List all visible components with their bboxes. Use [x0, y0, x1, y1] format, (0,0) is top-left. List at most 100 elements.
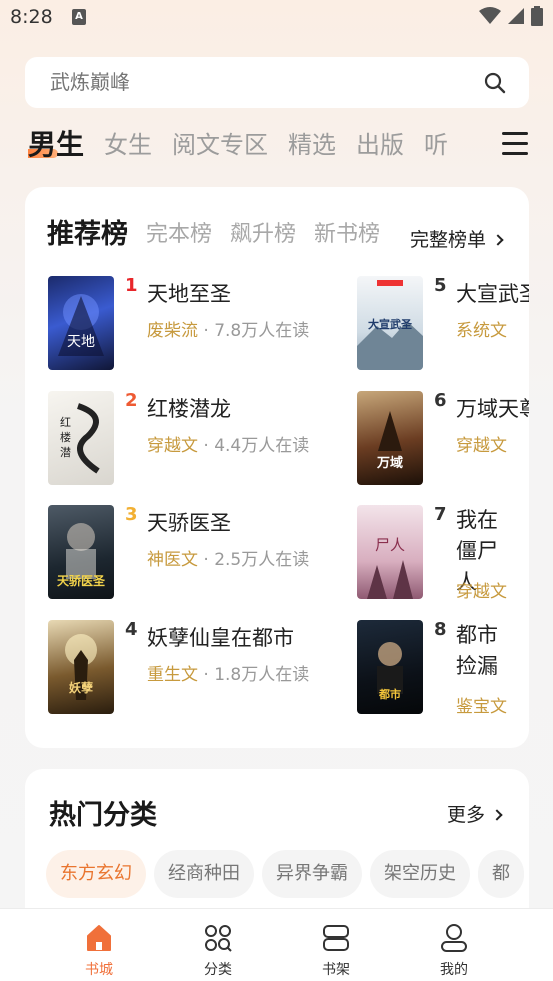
search-input[interactable]	[50, 57, 450, 108]
rank-number: 5	[434, 275, 447, 296]
svg-text:尸人: 尸人	[375, 536, 405, 554]
book-item[interactable]: 尸人 7 我在僵尸人 穿越文	[357, 504, 529, 602]
book-meta: 神医文 · 2.5万人在读	[147, 545, 309, 570]
tab-published[interactable]: 出版	[356, 124, 404, 166]
menu-icon[interactable]	[502, 132, 528, 156]
svg-text:楼: 楼	[60, 430, 71, 444]
book-readers: · 2.5万人在读	[198, 550, 310, 570]
more-link[interactable]: 更多	[447, 800, 503, 827]
book-title: 天地至圣	[147, 282, 231, 306]
svg-text:万域: 万域	[376, 455, 403, 471]
book-item[interactable]: 红楼潜 2 红楼潜龙 穿越文 · 4.4万人在读	[48, 390, 348, 487]
book-item[interactable]: 大宣武圣 5 大宣武圣 系统文	[357, 275, 529, 372]
tab-completed[interactable]: 完本榜	[146, 215, 212, 255]
svg-text:大宣武圣: 大宣武圣	[368, 317, 413, 331]
book-item[interactable]: 都市 8 都市捡漏 鉴宝文	[357, 619, 529, 717]
book-genre: 废柴流	[147, 321, 198, 341]
tab-audio[interactable]: 听	[424, 124, 448, 166]
book-cover: 天地	[48, 276, 114, 370]
book-genre: 穿越文	[456, 436, 507, 456]
rank-number: 7	[434, 504, 447, 525]
rank-number: 8	[434, 619, 447, 640]
svg-text:红: 红	[60, 416, 71, 429]
category-chip[interactable]: 异界争霸	[262, 850, 362, 898]
tab-recommend[interactable]: 推荐榜	[47, 215, 128, 255]
signal-icon	[508, 8, 524, 24]
nav-label: 书架	[322, 962, 350, 978]
home-icon	[87, 925, 111, 951]
nav-label: 分类	[204, 962, 232, 978]
bookshelf-icon	[323, 925, 349, 951]
book-item[interactable]: 天骄医圣 3 天骄医圣 神医文 · 2.5万人在读	[48, 504, 348, 601]
book-item[interactable]: 天地 1 天地至圣 废柴流 · 7.8万人在读	[48, 275, 348, 372]
svg-text:都市: 都市	[378, 687, 401, 701]
ranking-card: 推荐榜 完本榜 飙升榜 新书榜 完整榜单 天地 1 天地至圣 废柴流 · 7.8万人在…	[25, 187, 529, 748]
category-chip[interactable]: 东方玄幻	[46, 850, 146, 898]
book-item[interactable]: 妖孽 4 妖孽仙皇在都市 重生文 · 1.8万人在读	[48, 619, 348, 716]
book-meta: 穿越文	[456, 577, 507, 602]
nav-label: 我的	[440, 962, 468, 978]
book-cover: 天骄医圣	[48, 505, 114, 599]
more-label: 更多	[447, 804, 486, 826]
category-chip[interactable]: 经商种田	[154, 850, 254, 898]
category-chip[interactable]: 架空历史	[370, 850, 470, 898]
nav-bookstore[interactable]: 书城	[59, 909, 139, 981]
tab-new[interactable]: 新书榜	[314, 215, 380, 255]
search-icon[interactable]	[483, 71, 507, 95]
nav-bookshelf[interactable]: 书架	[296, 909, 376, 981]
book-cover: 妖孽	[48, 620, 114, 714]
svg-text:天骄医圣: 天骄医圣	[57, 573, 106, 588]
book-cover: 尸人	[357, 505, 423, 599]
rank-number: 3	[125, 504, 138, 525]
book-title: 大宣武圣	[456, 282, 529, 306]
book-genre: 穿越文	[147, 436, 198, 456]
tab-rising[interactable]: 飙升榜	[230, 215, 296, 255]
svg-text:妖孽: 妖孽	[69, 680, 93, 695]
category-chip[interactable]: 都	[478, 850, 524, 898]
book-title: 万域天尊	[456, 397, 529, 421]
svg-text:天地: 天地	[67, 334, 95, 350]
profile-icon	[441, 924, 467, 952]
tab-female[interactable]: 女生	[104, 124, 152, 166]
search-bar[interactable]	[25, 57, 529, 108]
book-title: 都市捡漏	[456, 623, 498, 678]
book-item[interactable]: 万域 6 万域天尊 穿越文	[357, 390, 529, 487]
tab-featured[interactable]: 精选	[288, 124, 336, 166]
book-title: 天骄医圣	[147, 511, 231, 535]
full-ranking-link[interactable]: 完整榜单	[408, 225, 504, 252]
book-genre: 鉴宝文	[456, 697, 507, 717]
book-meta: 鉴宝文	[456, 692, 507, 717]
book-meta: 重生文 · 1.8万人在读	[147, 660, 309, 685]
rank-number: 2	[125, 390, 138, 411]
book-genre: 穿越文	[456, 582, 507, 602]
nav-profile[interactable]: 我的	[414, 909, 494, 981]
chevron-right-icon	[491, 809, 503, 821]
battery-icon	[531, 6, 543, 26]
tab-yuewen[interactable]: 阅文专区	[172, 124, 268, 166]
status-bar: 8:28 A	[0, 0, 553, 36]
section-title: 热门分类	[49, 800, 157, 831]
book-meta: 穿越文	[456, 431, 507, 456]
book-cover: 红楼潜	[48, 391, 114, 485]
chevron-right-icon	[492, 234, 504, 246]
tab-male[interactable]: 男生	[28, 124, 84, 166]
channel-tabs: 男生 女生 阅文专区 精选 出版听	[28, 124, 488, 166]
book-title: 妖孽仙皇在都市	[147, 626, 294, 650]
category-chips: 东方玄幻 经商种田 异界争霸 架空历史都	[46, 850, 529, 898]
nav-category[interactable]: 分类	[178, 909, 258, 981]
book-readers: · 7.8万人在读	[198, 321, 310, 341]
rank-number: 1	[125, 275, 138, 296]
bottom-nav: 书城 分类 书架 我的	[0, 908, 553, 981]
book-meta: 废柴流 · 7.8万人在读	[147, 316, 309, 341]
ranking-tabs: 推荐榜 完本榜 飙升榜 新书榜	[47, 215, 407, 255]
full-ranking-label: 完整榜单	[410, 229, 487, 251]
book-readers: · 4.4万人在读	[198, 436, 310, 456]
book-title: 红楼潜龙	[147, 397, 231, 421]
rank-number: 6	[434, 390, 447, 411]
book-genre: 重生文	[147, 665, 198, 685]
status-time: 8:28	[10, 6, 53, 28]
book-genre: 系统文	[456, 321, 507, 341]
book-cover: 都市	[357, 620, 423, 714]
wifi-icon	[479, 7, 501, 24]
book-cover: 万域	[357, 391, 423, 485]
